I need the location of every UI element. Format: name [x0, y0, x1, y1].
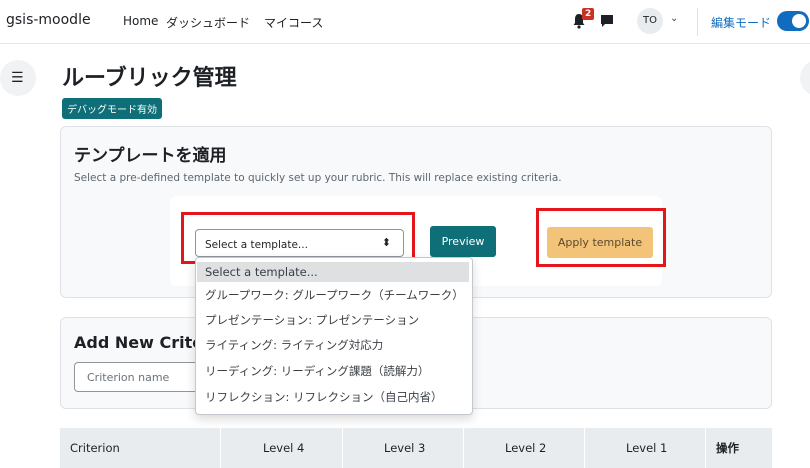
dropdown-option[interactable]: グループワーク: グループワーク（チームワーク） — [197, 285, 469, 305]
block-drawer-button[interactable] — [800, 60, 810, 96]
list-icon: ☰ — [11, 70, 24, 86]
column-header-criterion: Criterion — [70, 441, 120, 455]
column-separator — [463, 428, 464, 468]
criterion-name-placeholder: Criterion name — [87, 371, 170, 384]
template-dropdown-list: Select a template... グループワーク: グループワーク（チー… — [195, 257, 473, 415]
chat-icon[interactable] — [600, 14, 614, 28]
column-header-level-1: Level 1 — [626, 441, 668, 455]
course-index-button[interactable]: ☰ — [0, 60, 36, 96]
dropdown-option[interactable]: リフレクション: リフレクション（自己内省） — [197, 387, 469, 407]
highlight-box-apply — [536, 208, 666, 267]
column-separator — [220, 428, 221, 468]
page-title: ルーブリック管理 — [62, 66, 237, 91]
column-separator — [705, 428, 706, 468]
template-section-title: テンプレートを適用 — [74, 146, 227, 166]
nav-link-dashboard[interactable]: ダッシュボード — [166, 14, 250, 31]
column-separator — [584, 428, 585, 468]
debug-mode-badge: デバッグモード有効 — [62, 98, 162, 119]
navbar-divider — [697, 8, 698, 36]
dropdown-option[interactable]: リーディング: リーディング課題（読解力） — [197, 361, 469, 381]
edit-mode-label: 編集モード — [711, 16, 772, 30]
dropdown-option[interactable]: Select a template... — [197, 262, 469, 282]
template-section-description: Select a pre-defined template to quickly… — [74, 172, 562, 184]
preview-button[interactable]: Preview — [430, 226, 496, 257]
user-avatar[interactable]: TO — [637, 8, 663, 34]
dropdown-option[interactable]: ライティング: ライティング対応力 — [197, 335, 469, 355]
toggle-knob — [792, 14, 806, 28]
column-header-level-2: Level 2 — [505, 441, 547, 455]
column-separator — [342, 428, 343, 468]
column-header-level-4: Level 4 — [263, 441, 305, 455]
notification-count-badge: 2 — [582, 8, 595, 20]
column-header-level-3: Level 3 — [384, 441, 426, 455]
edit-mode-toggle[interactable] — [777, 11, 809, 31]
nav-link-my-courses[interactable]: マイコース — [264, 14, 323, 31]
top-navbar: gsis-moodle Home ダッシュボード マイコース 2 TO ⌄ 編集… — [0, 0, 810, 44]
site-brand[interactable]: gsis-moodle — [6, 12, 91, 28]
chevron-down-icon[interactable]: ⌄ — [670, 13, 678, 24]
criterion-name-input[interactable]: Criterion name — [74, 362, 204, 392]
dropdown-option[interactable]: プレゼンテーション: プレゼンテーション — [197, 310, 469, 330]
nav-link-home[interactable]: Home — [123, 14, 158, 28]
column-header-actions: 操作 — [716, 441, 739, 455]
